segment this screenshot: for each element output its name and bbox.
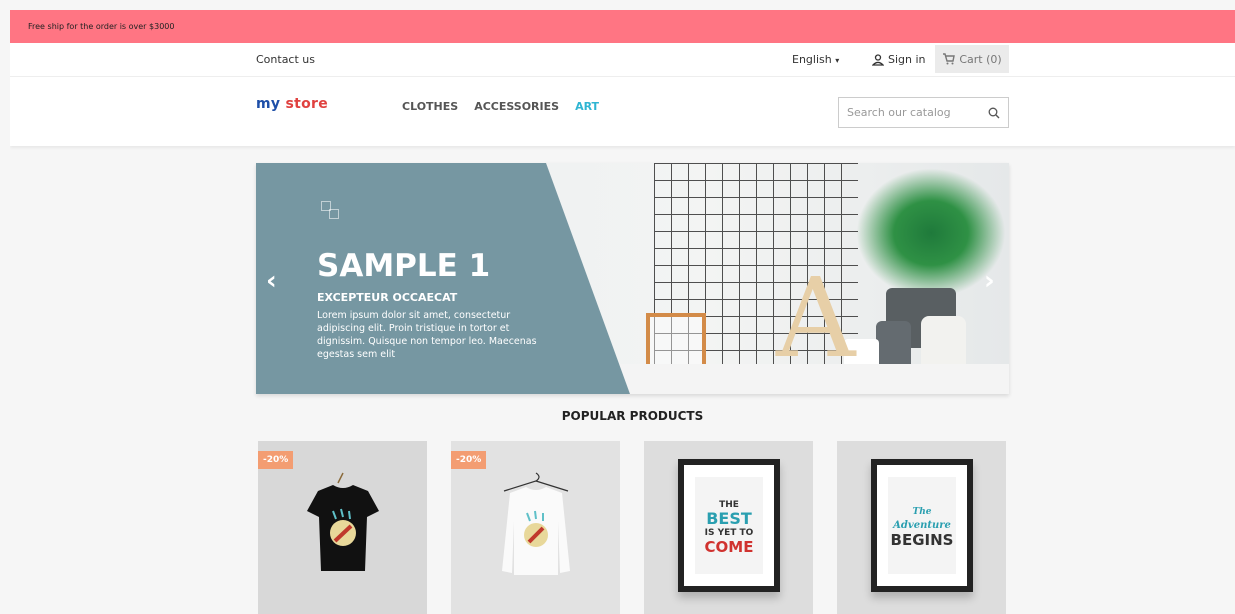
cart-button[interactable]: Cart (0) bbox=[935, 45, 1009, 73]
slide-title: SAMPLE 1 bbox=[317, 248, 491, 284]
promo-text: Free ship for the order is over $3000 bbox=[28, 22, 175, 31]
chevron-right-icon[interactable]: › bbox=[984, 266, 995, 296]
main-nav: CLOTHES ACCESSORIES ART bbox=[402, 100, 599, 113]
discount-badge: -20% bbox=[451, 451, 487, 469]
top-bar: Contact us English ▾ Sign in Cart (0) bbox=[10, 43, 1235, 77]
discount-badge: -20% bbox=[258, 451, 294, 469]
tshirt-image bbox=[307, 472, 379, 571]
search-icon[interactable] bbox=[988, 107, 1000, 119]
framed-poster-image: THE BEST IS YET TO COME bbox=[678, 459, 780, 592]
caret-down-icon: ▾ bbox=[835, 56, 840, 65]
cart-icon bbox=[943, 53, 956, 65]
framed-poster-image: The Adventure BEGINS bbox=[871, 459, 973, 592]
poster-line: BEST bbox=[706, 508, 752, 528]
poster-line: COME bbox=[704, 537, 754, 556]
signin-label: Sign in bbox=[888, 53, 926, 66]
slide-subtitle: EXCEPTEUR OCCAECAT bbox=[317, 291, 458, 304]
slide-text: Lorem ipsum dolor sit amet, consectetur … bbox=[317, 310, 537, 360]
search-box[interactable]: Search our catalog bbox=[838, 97, 1009, 128]
logo-part-my: my bbox=[256, 96, 281, 112]
poster-line: BEGINS bbox=[890, 530, 954, 549]
shelf-decor bbox=[596, 364, 1009, 394]
poster-line: IS YET TO bbox=[704, 527, 754, 538]
language-selector[interactable]: English ▾ bbox=[792, 53, 839, 66]
nav-item-accessories[interactable]: ACCESSORIES bbox=[474, 100, 559, 113]
hero-slider[interactable]: A SAMPLE 1 EXCEPTEUR OCCAECAT Lorem ipsu… bbox=[256, 163, 1009, 394]
product-card[interactable]: THE BEST IS YET TO COME bbox=[644, 441, 813, 614]
store-frame: Free ship for the order is over $3000 Co… bbox=[10, 10, 1235, 614]
squares-icon bbox=[321, 201, 340, 219]
logo-part-store: store bbox=[285, 96, 329, 112]
promo-bar: Free ship for the order is over $3000 bbox=[10, 10, 1235, 43]
popular-products-title: POPULAR PRODUCTS bbox=[561, 409, 704, 423]
language-label: English bbox=[792, 53, 832, 66]
nav-item-art[interactable]: ART bbox=[575, 100, 599, 113]
contact-link[interactable]: Contact us bbox=[256, 53, 315, 66]
cart-label: Cart (0) bbox=[959, 52, 1002, 66]
search-input[interactable]: Search our catalog bbox=[847, 106, 951, 119]
site-header: my store CLOTHES ACCESSORIES ART Search … bbox=[10, 77, 1235, 146]
signin-link[interactable]: Sign in bbox=[872, 53, 926, 66]
store-logo[interactable]: my store bbox=[256, 96, 328, 112]
tshirt-image bbox=[502, 472, 570, 575]
letter-a-decor: A bbox=[776, 254, 856, 382]
person-icon bbox=[872, 53, 884, 66]
product-card[interactable]: -20% bbox=[258, 441, 427, 614]
nav-item-clothes[interactable]: CLOTHES bbox=[402, 100, 458, 113]
product-list: -20% -20% THE BEST IS YET TO COME The Ad… bbox=[258, 441, 1006, 614]
poster-line: Adventure bbox=[893, 519, 951, 531]
product-card[interactable]: The Adventure BEGINS bbox=[837, 441, 1006, 614]
product-card[interactable]: -20% bbox=[451, 441, 620, 614]
chevron-left-icon[interactable]: ‹ bbox=[266, 266, 277, 296]
poster-line: The bbox=[912, 506, 932, 517]
